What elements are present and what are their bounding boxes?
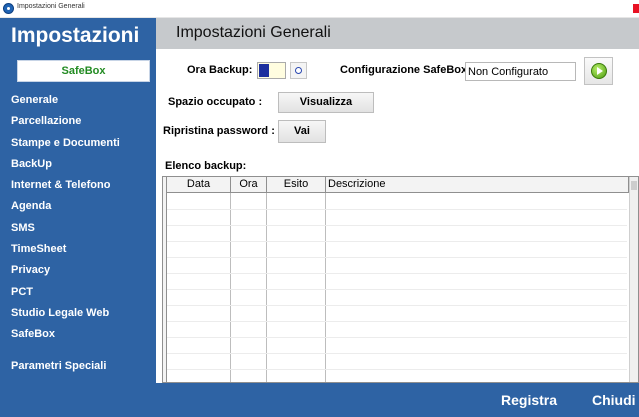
sidebar-item-safebox[interactable]: SafeBox (11, 328, 55, 340)
sidebar-item-generale[interactable]: Generale (11, 94, 58, 106)
page-header: Impostazioni Generali (156, 18, 639, 49)
row-divider (167, 337, 627, 338)
sidebar-item-internet-telefono[interactable]: Internet & Telefono (11, 179, 110, 191)
backup-table[interactable]: Data Ora Esito Descrizione (162, 176, 639, 383)
column-header-esito[interactable]: Esito (267, 177, 326, 193)
sidebar: Impostazioni SafeBox Generale Parcellazi… (0, 18, 156, 383)
sidebar-item-studio-legale-web[interactable]: Studio Legale Web (11, 307, 109, 319)
config-safebox-label: Configurazione SafeBox: (340, 64, 471, 76)
row-divider (167, 289, 627, 290)
row-divider (167, 241, 627, 242)
close-button[interactable] (633, 4, 639, 13)
main-panel: Ora Backup: Configurazione SafeBox: Non … (156, 49, 639, 383)
table-scrollbar[interactable] (629, 177, 638, 382)
sidebar-item-sms[interactable]: SMS (11, 222, 35, 234)
configure-go-button[interactable] (584, 57, 613, 85)
app-icon (3, 3, 14, 14)
time-picker-button[interactable] (290, 62, 307, 79)
scrollbar-thumb[interactable] (631, 181, 637, 190)
clock-icon (295, 67, 302, 74)
column-header-descrizione[interactable]: Descrizione (326, 177, 629, 193)
app-title: Impostazioni (11, 24, 140, 47)
ora-backup-input[interactable] (257, 62, 286, 79)
arrow-right-icon (591, 63, 607, 79)
sidebar-item-timesheet[interactable]: TimeSheet (11, 243, 66, 255)
sidebar-item-privacy[interactable]: Privacy (11, 264, 50, 276)
row-divider (167, 257, 627, 258)
chiudi-button[interactable]: Chiudi (592, 392, 636, 408)
row-divider (167, 305, 627, 306)
sidebar-item-pct[interactable]: PCT (11, 286, 33, 298)
vai-button[interactable]: Vai (278, 120, 326, 143)
text-cursor (259, 64, 269, 77)
sidebar-item-parcellazione[interactable]: Parcellazione (11, 115, 81, 127)
sidebar-item-backup[interactable]: BackUp (11, 158, 52, 170)
footer-bar: Registra Chiudi (0, 383, 639, 417)
visualizza-button[interactable]: Visualizza (278, 92, 374, 113)
window-title: Impostazioni Generali (17, 3, 85, 10)
config-safebox-field[interactable]: Non Configurato (465, 62, 576, 81)
row-divider (167, 209, 627, 210)
page-title: Impostazioni Generali (176, 24, 331, 41)
sidebar-item-agenda[interactable]: Agenda (11, 200, 51, 212)
elenco-backup-label: Elenco backup: (165, 160, 247, 172)
sidebar-item-parametri-speciali[interactable]: Parametri Speciali (11, 360, 106, 372)
row-header-column (163, 177, 167, 382)
row-divider (167, 321, 627, 322)
active-section-label: SafeBox (17, 60, 150, 82)
column-header-ora[interactable]: Ora (231, 177, 267, 193)
row-divider (167, 225, 627, 226)
ripristina-password-label: Ripristina password : (163, 125, 275, 137)
row-divider (167, 369, 627, 370)
column-header-data[interactable]: Data (167, 177, 231, 193)
ora-backup-label: Ora Backup: (187, 64, 253, 76)
sidebar-item-stampe-documenti[interactable]: Stampe e Documenti (11, 137, 120, 149)
title-bar: Impostazioni Generali (0, 0, 639, 18)
row-divider (167, 353, 627, 354)
spazio-occupato-label: Spazio occupato : (168, 96, 263, 108)
row-divider (167, 273, 627, 274)
registra-button[interactable]: Registra (501, 392, 557, 408)
